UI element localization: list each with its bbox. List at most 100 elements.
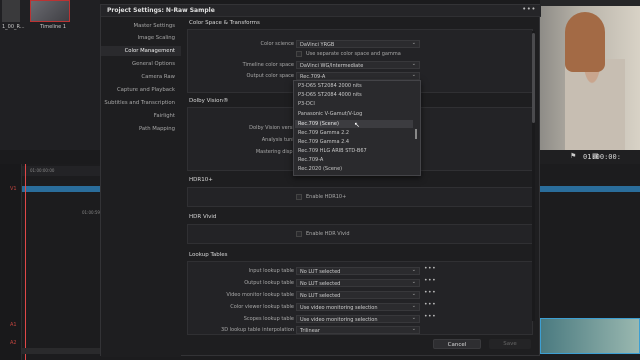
settings-scrollbar[interactable] (532, 31, 535, 321)
section-title-lookup-tables: Lookup Tables (189, 252, 228, 258)
clip-thumbnail-label: 1_00_R... (2, 24, 25, 30)
output-lut-more-icon[interactable]: ••• (424, 277, 436, 284)
menu-item[interactable]: Rec.2020 (Scene) (298, 166, 342, 172)
menu-item[interactable]: Rec.709 Gamma 2.2 (298, 130, 349, 136)
color-viewer-lut-more-icon[interactable]: ••• (424, 301, 436, 308)
section-title-color-space: Color Space & Transforms (189, 20, 260, 26)
sidebar-item-color-management[interactable]: Color Management (125, 48, 175, 54)
chevron-down-icon: ⌄ (411, 279, 416, 285)
project-settings-dialog: Project Settings: N-Raw Sample ••• Maste… (100, 4, 541, 357)
chevron-down-icon: ⌄ (411, 291, 416, 297)
cancel-button[interactable]: Cancel (433, 339, 481, 349)
color-viewer-lut-label: Color viewer lookup table (230, 304, 294, 310)
video-monitor-lut-label: Video monitor lookup table (226, 292, 294, 298)
menu-item[interactable]: Rec.709 Gamma 2.4 (298, 139, 349, 145)
menu-item[interactable]: P3-D65 ST2084 2000 nits (298, 83, 362, 89)
timeline-color-space-label: Timeline color space (242, 62, 294, 68)
viewer-timecode: 01:00:00: (583, 153, 621, 161)
section-title-hdr10: HDR10+ (189, 177, 213, 183)
color-science-value: DaVinci YRGB (300, 41, 335, 48)
output-color-space-dropdown[interactable]: Rec.709-A ⌄ (296, 72, 420, 80)
output-lut-label: Output lookup table (244, 280, 294, 286)
scopes-lut-value: Use video monitoring selection (300, 316, 378, 323)
track-header-column: V1 A1 A2 (0, 164, 22, 360)
section-title-hdr-vivid: HDR Vivid (189, 214, 217, 220)
settings-sidebar: Master Settings Image Scaling Color Mana… (101, 17, 181, 357)
output-color-space-value: Rec.709-A (300, 73, 326, 80)
color-viewer-lut-value: Use video monitoring selection (300, 304, 378, 311)
hdr-vivid-panel: Enable HDR Vivid (187, 224, 533, 244)
scopes-lut-label: Scopes lookup table (243, 316, 294, 322)
lut-interpolation-dropdown[interactable]: Trilinear ⌄ (296, 326, 420, 334)
sidebar-item-fairlight[interactable]: Fairlight (154, 113, 175, 119)
scopes-lut-more-icon[interactable]: ••• (424, 313, 436, 320)
sidebar-item-path-mapping[interactable]: Path Mapping (139, 126, 175, 132)
enable-hdr10-checkbox[interactable] (296, 194, 302, 200)
input-lut-more-icon[interactable]: ••• (424, 265, 436, 272)
menu-scrollbar[interactable] (415, 129, 417, 139)
video-monitor-lut-dropdown[interactable]: No LUT selected ⌄ (296, 291, 420, 299)
sidebar-item-general-options[interactable]: General Options (132, 61, 175, 67)
sidebar-item-camera-raw[interactable]: Camera Raw (141, 74, 175, 80)
enable-hdr-vivid-checkbox[interactable] (296, 231, 302, 237)
timeline-color-space-dropdown[interactable]: DaVinci WG/Intermediate ⌄ (296, 61, 420, 69)
save-button[interactable]: Save (489, 339, 531, 349)
timeline-start-timecode: 01:00:00:00 (30, 168, 55, 173)
separate-gamma-checkbox[interactable] (296, 51, 302, 57)
menu-item[interactable]: P3-DCI (298, 101, 315, 107)
menu-item[interactable]: Panasonic V-Gamut/V-Log (298, 111, 362, 117)
viewer-header (540, 0, 640, 6)
separate-gamma-label: Use separate color space and gamma (306, 51, 401, 57)
timeline-thumbnail[interactable] (30, 0, 70, 22)
output-lut-value: No LUT selected (300, 280, 341, 287)
chevron-down-icon: ⌄ (411, 303, 416, 309)
sidebar-item-image-scaling[interactable]: Image Scaling (138, 35, 175, 41)
mouse-cursor-icon: ↖ (354, 121, 360, 129)
chevron-down-icon: ⌄ (411, 40, 416, 46)
chevron-down-icon: ⌄ (411, 267, 416, 273)
track-label-a1: A1 (10, 322, 17, 328)
chevron-down-icon: ⌄ (411, 61, 416, 67)
lut-interpolation-value: Trilinear (300, 327, 320, 334)
track-label-a2: A2 (10, 340, 17, 346)
color-viewer-lut-dropdown[interactable]: Use video monitoring selection ⌄ (296, 303, 420, 311)
timeline-scrollbar[interactable] (22, 348, 102, 354)
input-lut-label: Input lookup table (248, 268, 294, 274)
timeline-clip[interactable] (22, 186, 102, 192)
menu-item[interactable]: Rec.709-A (298, 157, 323, 163)
output-lut-dropdown[interactable]: No LUT selected ⌄ (296, 279, 420, 287)
hdr10-panel: Enable HDR10+ (187, 187, 533, 207)
dialog-options-icon[interactable]: ••• (522, 5, 536, 13)
viewer-person-hair (565, 12, 605, 72)
sidebar-item-subtitles[interactable]: Subtitles and Transcription (104, 100, 175, 106)
sidebar-item-master-settings[interactable]: Master Settings (134, 23, 176, 29)
viewer-thumbnail-preview (540, 318, 640, 354)
enable-hdr-vivid-label: Enable HDR Vivid (306, 231, 350, 237)
lookup-tables-panel: Input lookup table No LUT selected ⌄ •••… (187, 261, 533, 335)
dialog-title: Project Settings: N-Raw Sample (107, 7, 215, 14)
chevron-down-icon: ⌄ (411, 72, 416, 78)
settings-scrollbar-thumb[interactable] (532, 33, 535, 123)
chevron-down-icon: ⌄ (411, 326, 416, 332)
lut-interpolation-label: 3D lookup table interpolation (221, 327, 294, 333)
menu-item[interactable]: Rec.709 HLG ARIB STD-B67 (298, 148, 367, 154)
video-monitor-lut-more-icon[interactable]: ••• (424, 289, 436, 296)
chevron-down-icon: ⌄ (411, 315, 416, 321)
timeline-thumbnail-label: Timeline 1 (40, 24, 67, 30)
input-lut-value: No LUT selected (300, 268, 341, 275)
input-lut-dropdown[interactable]: No LUT selected ⌄ (296, 267, 420, 275)
timeline-color-space-value: DaVinci WG/Intermediate (300, 62, 364, 69)
dialog-title-bar: Project Settings: N-Raw Sample ••• (101, 5, 541, 17)
section-title-dolby-vision: Dolby Vision® (189, 98, 229, 104)
sidebar-item-capture-playback[interactable]: Capture and Playback (117, 87, 175, 93)
menu-item-highlighted[interactable]: Rec.709 (Scene) (298, 121, 339, 127)
viewer-flag-icon[interactable]: ⚑ (570, 152, 576, 160)
scopes-lut-dropdown[interactable]: Use video monitoring selection ⌄ (296, 315, 420, 323)
timeline-clip-right[interactable] (540, 186, 640, 192)
playhead[interactable] (25, 164, 26, 360)
menu-item[interactable]: P3-D65 ST2084 4000 nits (298, 92, 362, 98)
clip-thumbnail[interactable] (2, 0, 20, 22)
settings-content: Color Space & Transforms Color science D… (185, 17, 537, 335)
color-science-dropdown[interactable]: DaVinci YRGB ⌄ (296, 40, 420, 48)
track-label-v1: V1 (10, 186, 17, 192)
